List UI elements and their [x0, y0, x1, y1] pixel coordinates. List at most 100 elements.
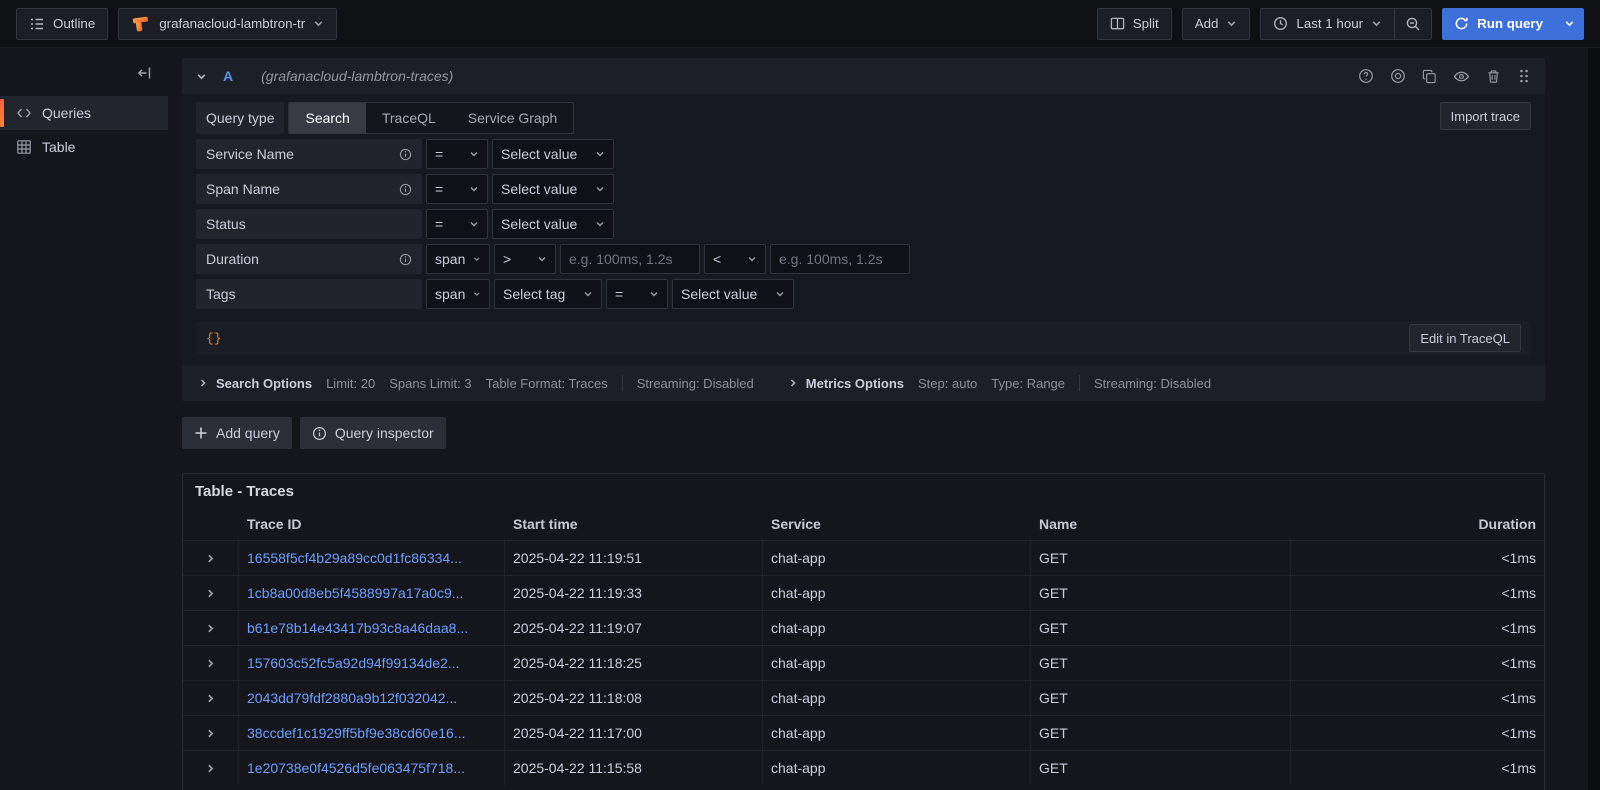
- duration-input[interactable]: [770, 244, 910, 274]
- duration-cell: <1ms: [1291, 541, 1544, 575]
- field-label: Span Name: [196, 174, 422, 204]
- datasource-name: grafanacloud-lambtron-tr: [159, 16, 305, 31]
- name-cell: GET: [1031, 611, 1291, 645]
- info-circle-icon: [312, 426, 327, 441]
- add-query-button[interactable]: Add query: [182, 417, 292, 449]
- operator-select[interactable]: <: [704, 244, 766, 274]
- add-label: Add: [1195, 16, 1219, 31]
- collapse-query-chevron-icon[interactable]: [196, 71, 207, 82]
- sync-icon: [1454, 16, 1469, 31]
- outline-label: Outline: [53, 16, 95, 31]
- row-expander-icon[interactable]: [183, 541, 239, 575]
- table-row: 16558f5cf4b29a89cc0d1fc86334... 2025-04-2…: [183, 540, 1544, 575]
- run-query-button[interactable]: Run query: [1442, 8, 1555, 40]
- start-time-cell: 2025-04-22 11:19:51: [505, 541, 763, 575]
- duration-cell: <1ms: [1291, 576, 1544, 610]
- tab-service-graph[interactable]: Service Graph: [452, 103, 573, 133]
- row-expander-icon[interactable]: [183, 751, 239, 785]
- value-select[interactable]: Select value: [672, 279, 794, 309]
- expander-header: [183, 508, 239, 540]
- operator-select[interactable]: >: [494, 244, 556, 274]
- table-row: 2043dd79fdf2880a9b12f032042... 2025-04-22…: [183, 680, 1544, 715]
- value-select[interactable]: Select value: [492, 174, 614, 204]
- run-query-options-button[interactable]: [1555, 8, 1584, 40]
- divider: [622, 375, 623, 391]
- col-start-time[interactable]: Start time: [505, 508, 763, 540]
- col-duration[interactable]: Duration: [1291, 508, 1544, 540]
- chevron-down-icon: [1226, 18, 1237, 29]
- operator-select[interactable]: =: [426, 209, 488, 239]
- eye-icon[interactable]: [1453, 68, 1470, 85]
- name-cell: GET: [1031, 646, 1291, 680]
- scope-select[interactable]: span: [426, 279, 490, 309]
- add-button[interactable]: Add: [1182, 8, 1251, 40]
- start-time-cell: 2025-04-22 11:19:07: [505, 611, 763, 645]
- trace-id-link[interactable]: 157603c52fc5a92d94f99134de2...: [247, 655, 460, 671]
- row-expander-icon[interactable]: [183, 576, 239, 610]
- outline-button[interactable]: Outline: [16, 8, 108, 40]
- field-label: Service Name: [196, 139, 422, 169]
- trace-id-cell: 157603c52fc5a92d94f99134de2...: [239, 646, 505, 680]
- query-field-row: Status=Select value: [196, 209, 1531, 239]
- sidebar-item-queries[interactable]: Queries: [0, 96, 168, 130]
- col-name[interactable]: Name: [1031, 508, 1291, 540]
- row-expander-icon[interactable]: [183, 716, 239, 750]
- collapse-outline-icon[interactable]: [132, 60, 158, 86]
- edit-in-traceql-button[interactable]: Edit in TraceQL: [1409, 324, 1521, 352]
- search-option-limit: Limit: 20: [326, 376, 375, 391]
- col-trace-id[interactable]: Trace ID: [239, 508, 505, 540]
- split-icon: [1110, 16, 1125, 31]
- trace-id-link[interactable]: 16558f5cf4b29a89cc0d1fc86334...: [247, 550, 462, 566]
- value-select[interactable]: Select value: [492, 139, 614, 169]
- scrollbar-gutter[interactable]: [1588, 48, 1600, 790]
- operator-select[interactable]: =: [426, 174, 488, 204]
- tab-search[interactable]: Search: [289, 103, 365, 133]
- chevron-down-icon: [1371, 18, 1382, 29]
- drag-handle-icon[interactable]: [1517, 68, 1531, 84]
- duration-cell: <1ms: [1291, 611, 1544, 645]
- import-trace-button[interactable]: Import trace: [1440, 102, 1531, 130]
- tab-traceql[interactable]: TraceQL: [366, 103, 452, 133]
- row-expander-icon[interactable]: [183, 611, 239, 645]
- query-field-row: Durationspan> <: [196, 244, 1531, 274]
- content-outline-sidebar: Queries Table: [0, 48, 168, 790]
- tag-select[interactable]: Select tag: [494, 279, 602, 309]
- search-option-table-format: Table Format: Traces: [486, 376, 608, 391]
- field-label: Duration: [196, 244, 422, 274]
- trace-id-link[interactable]: 1e20738e0f4526d5fe063475f718...: [247, 760, 465, 776]
- name-cell: GET: [1031, 576, 1291, 610]
- datasource-picker[interactable]: grafanacloud-lambtron-tr: [118, 8, 337, 40]
- query-type-label: Query type: [196, 102, 284, 134]
- sidebar-item-table[interactable]: Table: [0, 130, 168, 164]
- operator-select[interactable]: =: [426, 139, 488, 169]
- service-cell: chat-app: [763, 611, 1031, 645]
- time-range-button[interactable]: Last 1 hour: [1260, 8, 1395, 40]
- trace-id-link[interactable]: 1cb8a00d8eb5f4588997a17a0c9...: [247, 585, 463, 601]
- trash-icon[interactable]: [1486, 69, 1501, 84]
- start-time-cell: 2025-04-22 11:18:08: [505, 681, 763, 715]
- service-cell: chat-app: [763, 681, 1031, 715]
- row-expander-icon[interactable]: [183, 681, 239, 715]
- trace-id-link[interactable]: 38ccdef1c1929ff5bf9e38cd60e16...: [247, 725, 465, 741]
- sidebar-item-label: Table: [42, 139, 75, 155]
- query-row-header[interactable]: A (grafanacloud-lambtron-traces): [182, 58, 1545, 94]
- value-select[interactable]: Select value: [492, 209, 614, 239]
- table-header-row: Trace ID Start time Service Name Duratio…: [183, 508, 1544, 540]
- row-expander-icon[interactable]: [183, 646, 239, 680]
- duration-input[interactable]: [560, 244, 700, 274]
- search-options-toggle[interactable]: Search Options: [198, 376, 312, 391]
- trace-id-link[interactable]: 2043dd79fdf2880a9b12f032042...: [247, 690, 457, 706]
- zoom-out-time-button[interactable]: [1395, 8, 1432, 40]
- service-cell: chat-app: [763, 751, 1031, 785]
- col-service[interactable]: Service: [763, 508, 1031, 540]
- trace-id-link[interactable]: b61e78b14e43417b93c8a46daa8...: [247, 620, 468, 636]
- query-inspector-button[interactable]: Query inspector: [300, 417, 446, 449]
- metrics-options-toggle[interactable]: Metrics Options: [788, 376, 904, 391]
- operator-select[interactable]: =: [606, 279, 668, 309]
- duplicate-query-icon[interactable]: [1422, 69, 1437, 84]
- start-time-cell: 2025-04-22 11:19:33: [505, 576, 763, 610]
- scope-select[interactable]: span: [426, 244, 490, 274]
- record-circle-icon[interactable]: [1390, 68, 1406, 84]
- help-icon[interactable]: [1358, 68, 1374, 84]
- split-button[interactable]: Split: [1097, 8, 1172, 40]
